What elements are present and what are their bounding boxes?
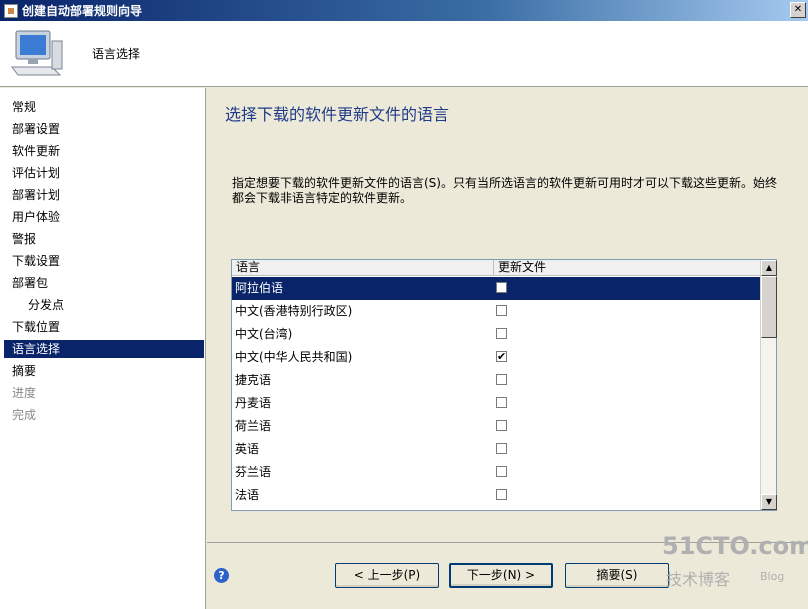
nav-item-general[interactable]: 常规: [4, 98, 204, 116]
scroll-down-icon[interactable]: ▼: [761, 494, 777, 510]
grid-header: 语言 更新文件: [232, 260, 760, 276]
nav-item-download-settings[interactable]: 下载设置: [4, 252, 204, 270]
title-bar: 创建自动部署规则向导 ✕: [0, 0, 808, 21]
nav-item-deployment-schedule[interactable]: 部署计划: [4, 186, 204, 204]
computer-icon: [11, 30, 63, 76]
vertical-scrollbar[interactable]: ▲ ▼: [760, 260, 777, 510]
nav-item-software-updates[interactable]: 软件更新: [4, 142, 204, 160]
nav-item-summary[interactable]: 摘要: [4, 362, 204, 380]
nav-item-deployment-package[interactable]: 部署包: [4, 274, 204, 292]
wizard-nav: 常规 部署设置 软件更新 评估计划 部署计划 用户体验 警报 下载设置 部署包 …: [0, 88, 206, 609]
update-file-checkbox[interactable]: [496, 420, 507, 431]
nav-item-language-selection[interactable]: 语言选择: [4, 340, 204, 358]
language-cell: 法语: [235, 488, 260, 502]
summary-button[interactable]: 摘要(S): [565, 563, 669, 588]
language-cell: 中文(台湾): [235, 327, 293, 341]
table-row[interactable]: 丹麦语: [232, 392, 760, 415]
column-header-language[interactable]: 语言: [232, 260, 494, 276]
scroll-up-icon[interactable]: ▲: [761, 260, 777, 276]
grid-body: 阿拉伯语 中文(香港特别行政区) 中文(台湾) 中文(中华人民共和国) ✔ 捷克…: [232, 277, 760, 510]
nav-item-distribution-points[interactable]: 分发点: [4, 296, 204, 314]
table-row[interactable]: 荷兰语: [232, 415, 760, 438]
next-button[interactable]: 下一步(N) >: [449, 563, 553, 588]
language-cell: 丹麦语: [235, 396, 272, 410]
section-heading: 选择下载的软件更新文件的语言: [225, 105, 450, 124]
table-row[interactable]: 英语: [232, 438, 760, 461]
table-row[interactable]: 中文(香港特别行政区): [232, 300, 760, 323]
language-cell: 捷克语: [235, 373, 272, 387]
table-row[interactable]: 法语: [232, 484, 760, 507]
language-cell: 荷兰语: [235, 419, 272, 433]
language-grid[interactable]: 语言 更新文件 阿拉伯语 中文(香港特别行政区) 中文(台湾) 中文(中华人民共…: [231, 259, 777, 511]
wizard-icon: [4, 3, 18, 18]
table-row[interactable]: 中文(台湾): [232, 323, 760, 346]
update-file-checkbox[interactable]: ✔: [496, 351, 507, 362]
nav-item-evaluation-schedule[interactable]: 评估计划: [4, 164, 204, 182]
update-file-checkbox[interactable]: [496, 374, 507, 385]
table-row[interactable]: 芬兰语: [232, 461, 760, 484]
table-row[interactable]: 中文(中华人民共和国) ✔: [232, 346, 760, 369]
language-cell: 阿拉伯语: [235, 281, 284, 295]
language-cell: 中文(中华人民共和国): [235, 350, 353, 364]
nav-item-user-experience[interactable]: 用户体验: [4, 208, 204, 226]
language-cell: 中文(香港特别行政区): [235, 304, 353, 318]
update-file-checkbox[interactable]: [496, 466, 507, 477]
nav-item-download-location[interactable]: 下载位置: [4, 318, 204, 336]
nav-item-deployment-settings[interactable]: 部署设置: [4, 120, 204, 138]
table-row[interactable]: 阿拉伯语: [232, 277, 760, 300]
scroll-thumb[interactable]: [761, 276, 777, 338]
update-file-checkbox[interactable]: [496, 305, 507, 316]
language-cell: 芬兰语: [235, 465, 272, 479]
help-icon[interactable]: ?: [214, 568, 229, 583]
window-title: 创建自动部署规则向导: [22, 4, 143, 18]
update-file-checkbox[interactable]: [496, 397, 507, 408]
wizard-footer: ? < 上一步(P) 下一步(N) > 摘要(S): [207, 542, 808, 609]
column-header-update-files[interactable]: 更新文件: [494, 260, 760, 276]
update-file-checkbox[interactable]: [496, 489, 507, 500]
table-row[interactable]: 捷克语: [232, 369, 760, 392]
description-text: 指定想要下载的软件更新文件的语言(S)。只有当所选语言的软件更新可用时才可以下载…: [232, 176, 777, 205]
wizard-header: 语言选择: [0, 21, 808, 87]
page-title: 语言选择: [92, 47, 141, 61]
update-file-checkbox[interactable]: [496, 328, 507, 339]
language-cell: 英语: [235, 442, 260, 456]
nav-item-progress: 进度: [12, 386, 37, 400]
update-file-checkbox[interactable]: [496, 282, 507, 293]
back-button[interactable]: < 上一步(P): [335, 563, 439, 588]
update-file-checkbox[interactable]: [496, 443, 507, 454]
nav-item-completion: 完成: [12, 408, 37, 422]
close-button[interactable]: ✕: [790, 2, 806, 18]
wizard-content: 选择下载的软件更新文件的语言 指定想要下载的软件更新文件的语言(S)。只有当所选…: [207, 88, 808, 542]
nav-item-alerts[interactable]: 警报: [4, 230, 204, 248]
